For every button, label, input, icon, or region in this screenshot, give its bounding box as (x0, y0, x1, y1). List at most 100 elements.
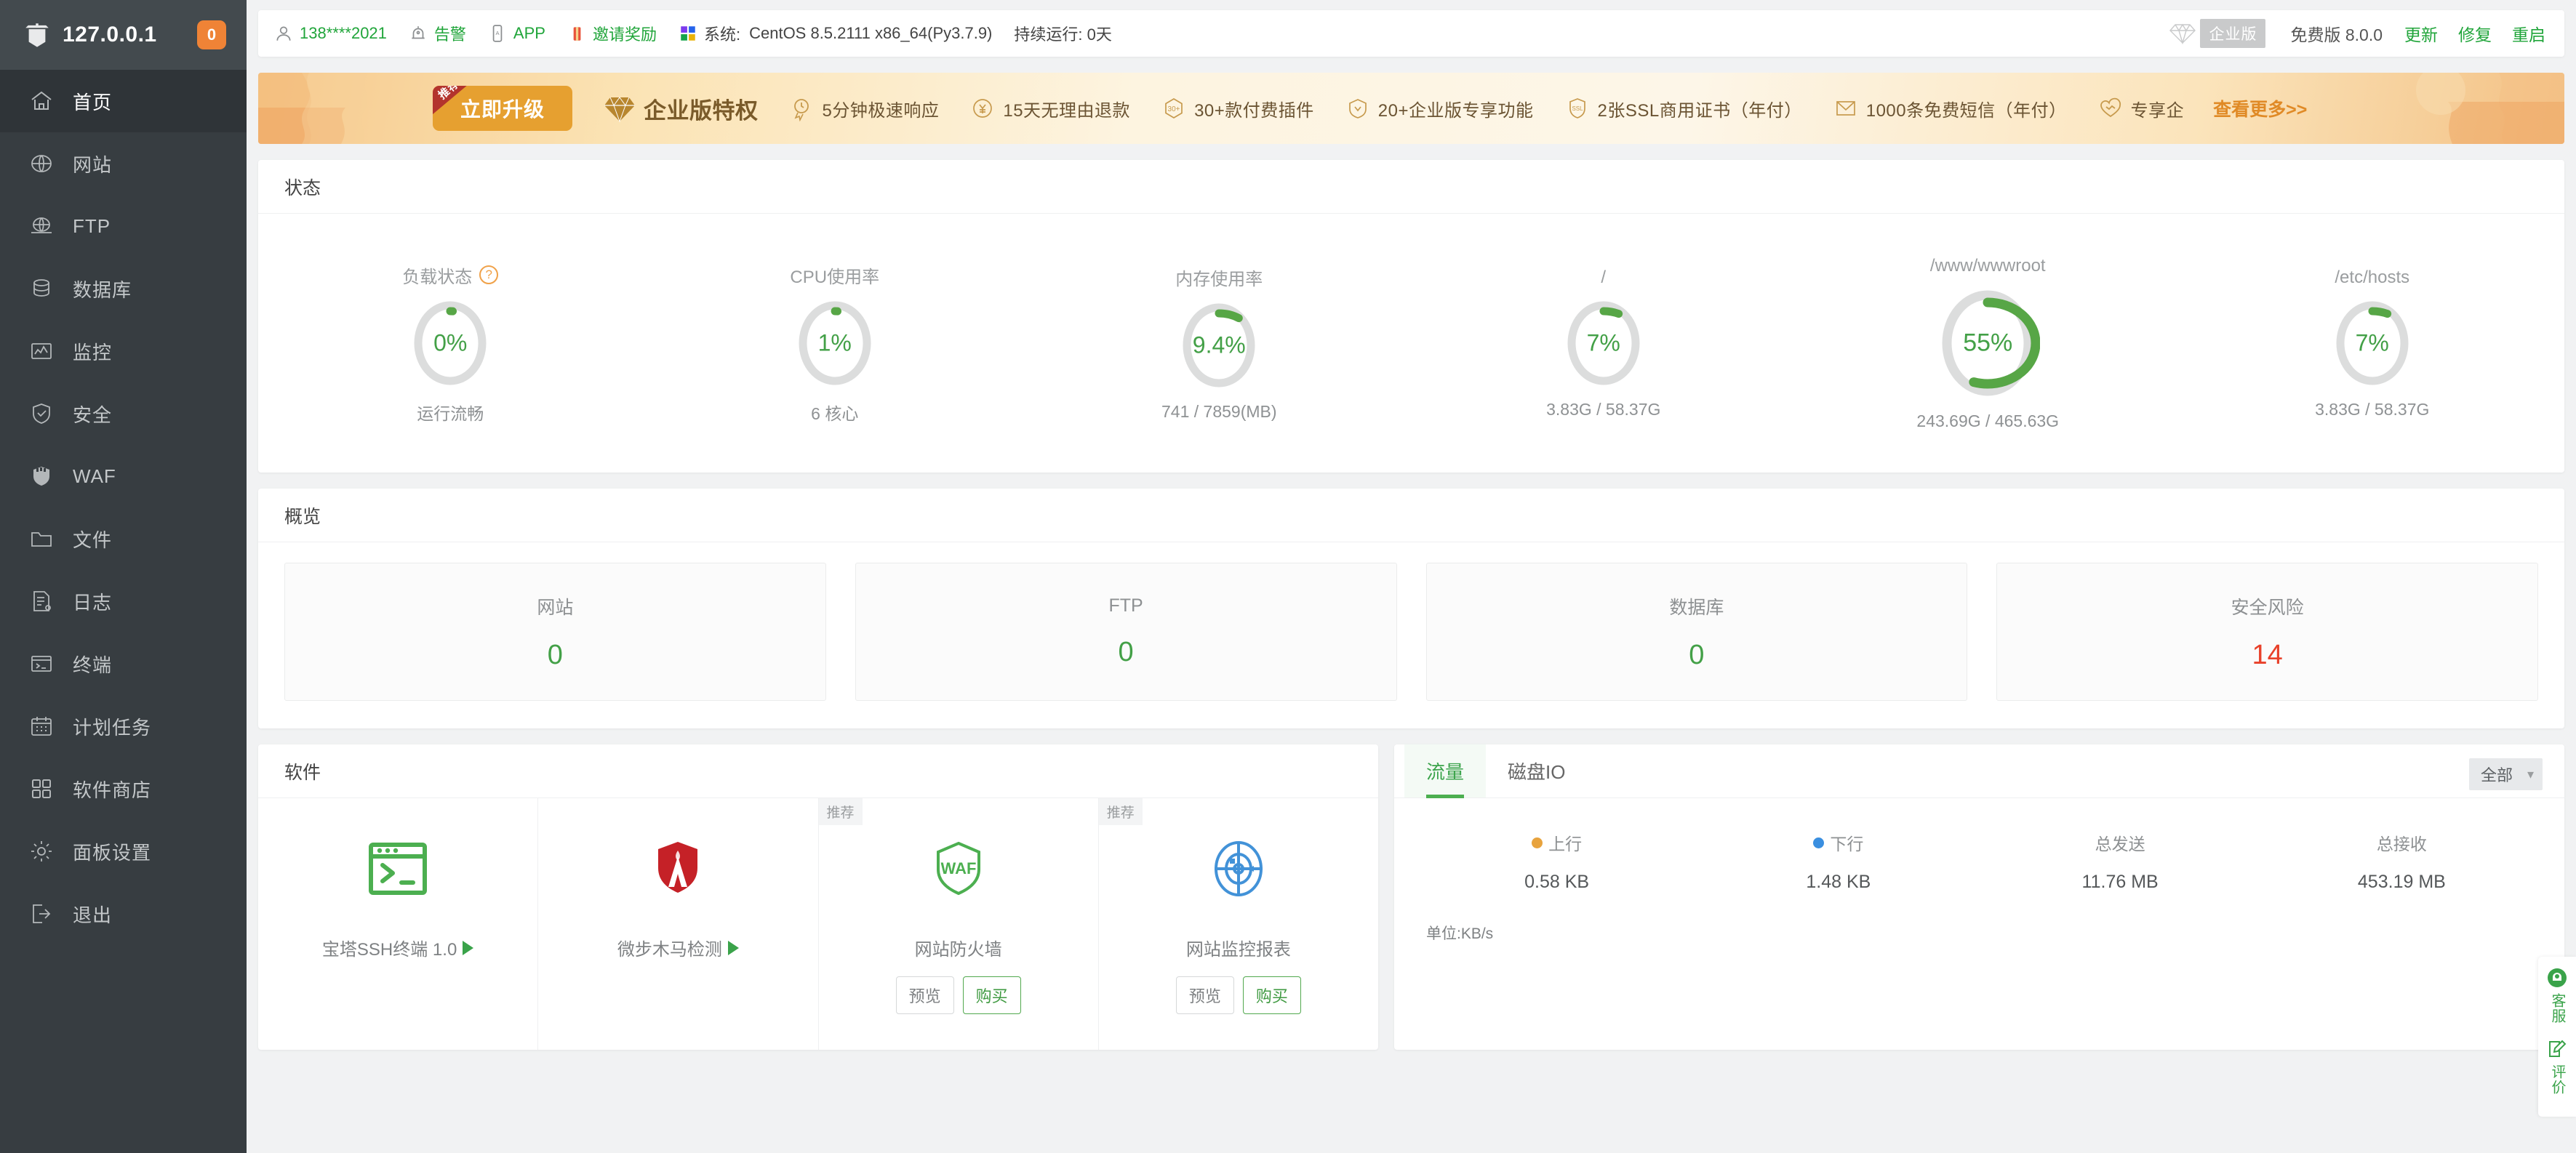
software-item[interactable]: 推荐 WAF 网站防火墙 预览 购买 (818, 798, 1099, 1050)
gauge-subtext: 6 核心 (811, 403, 859, 423)
promo-feature-label: 企业版特权 (644, 97, 759, 124)
traffic-tab-label: 磁盘IO (1508, 761, 1566, 783)
gauge-title-wrap: /etc/hosts (2335, 268, 2409, 288)
traffic-panel: 流量 磁盘IO 全部 ▾ 上行 0.58 KB 下行 1.48 KB 总发送 11.76 M… (1394, 744, 2564, 1050)
sidebar-item-n11[interactable]: 软件商店 (0, 758, 247, 820)
sidebar-item-ftp[interactable]: FTP (0, 195, 247, 257)
traffic-stat-label-wrap: 上行 (1532, 830, 1582, 855)
traffic-filter-select[interactable]: 全部 ▾ (2468, 758, 2543, 790)
user-icon (274, 24, 293, 43)
sidebar-item-n10[interactable]: 计划任务 (0, 695, 247, 758)
update-button[interactable]: 更新 (2404, 21, 2438, 46)
software-item[interactable]: 推荐 网站监控报表 预览 购买 (1098, 798, 1378, 1050)
app-link[interactable]: A APP (488, 24, 545, 43)
sidebar-item-n7[interactable]: 文件 (0, 507, 247, 570)
sidebar-item-label: WAF (73, 465, 116, 487)
diamond-icon (2169, 23, 2196, 45)
software-panel: 软件 宝塔SSH终端 1.0 微步木马检测 推荐 WAF 网站防火墙 预览 购买 推荐 网站监控… (258, 744, 1378, 1050)
sidebar-item-n13[interactable]: 退出 (0, 883, 247, 945)
dock-service-label: 客服 (2549, 993, 2565, 1024)
sidebar-item-label: 退出 (73, 904, 113, 926)
terminal-icon (29, 651, 54, 676)
traffic-stat-label-wrap: 总接收 (2377, 830, 2427, 855)
traffic-stat: 上行 0.58 KB (1416, 830, 1697, 893)
traffic-stat-value: 0.58 KB (1524, 872, 1590, 892)
preview-button[interactable]: 预览 (1175, 976, 1234, 1014)
sidebar-item-label: 文件 (73, 529, 113, 551)
overview-box-label: FTP (1108, 595, 1143, 616)
top-info-bar: 138****2021 告警 A APP 邀请奖励 系统: CentOS 8.5… (258, 10, 2564, 57)
help-icon[interactable]: ? (479, 265, 499, 284)
gauge-title-wrap: 负载状态? (402, 262, 499, 288)
sidebar-item-n12[interactable]: 面板设置 (0, 820, 247, 883)
bell-alarm-icon (409, 24, 428, 43)
buy-button[interactable]: 购买 (1242, 976, 1301, 1014)
shield-check-icon (29, 401, 54, 426)
upgrade-label: 立即升级 (460, 98, 545, 121)
gear-icon (29, 839, 54, 864)
monitor-report-icon (1206, 836, 1271, 901)
play-icon[interactable] (463, 940, 474, 955)
dock-item-service[interactable]: 客服 (2546, 967, 2568, 1024)
sidebar-item-n0[interactable]: 首页 (0, 70, 247, 132)
overview-box[interactable]: 网站 0 (284, 563, 826, 701)
gauge-percent: 9.4% (1192, 332, 1246, 358)
software-item-name: 微步木马检测 (617, 940, 722, 960)
traffic-tab[interactable]: 流量 (1404, 744, 1487, 798)
invite-reward-link[interactable]: 邀请奖励 (567, 22, 657, 45)
upgrade-now-button[interactable]: 推荐 立即升级 (433, 86, 572, 131)
gauge-percent: 7% (1586, 329, 1620, 355)
gauge-item: /www/wwwroot 55% 243.69G / 465.63G (1796, 256, 2180, 431)
overview-box[interactable]: 安全风险 14 (1996, 563, 2538, 701)
chevron-down-icon: ▾ (2527, 766, 2534, 782)
traffic-unit-label: 单位:KB/s (1426, 925, 1494, 942)
monitor-icon (29, 339, 54, 363)
ssl-icon: SSL (1564, 95, 1591, 121)
traffic-stat-label-wrap: 总发送 (2095, 830, 2145, 855)
software-item[interactable]: 宝塔SSH终端 1.0 (258, 798, 539, 1050)
preview-button[interactable]: 预览 (895, 976, 954, 1014)
overview-box-label: 网站 (537, 597, 574, 618)
traffic-stat-value: 11.76 MB (2081, 872, 2159, 892)
user-account[interactable]: 138****2021 (274, 24, 387, 43)
sidebar-item-n4[interactable]: 监控 (0, 320, 247, 382)
refund-icon (969, 95, 996, 121)
promo-feature-label: 1000条免费短信（年付） (1865, 100, 2067, 121)
gauge-item: /etc/hosts 7% 3.83G / 58.37G (2180, 268, 2565, 419)
repair-button[interactable]: 修复 (2458, 21, 2492, 46)
traffic-tab[interactable]: 磁盘IO (1486, 744, 1587, 798)
overview-box-value: 0 (1118, 637, 1134, 667)
traffic-filter-value: 全部 (2480, 766, 2513, 784)
sidebar-item-n9[interactable]: 终端 (0, 632, 247, 695)
promotion-banner: 推荐 立即升级 企业版特权 5分钟极速响应 15天无理由退款 30+ 30+款付费插件 2… (258, 73, 2564, 144)
sidebar-item-waf[interactable]: WAF (0, 445, 247, 507)
overview-box[interactable]: 数据库 0 (1425, 563, 1968, 701)
sidebar-item-n8[interactable]: 日志 (0, 570, 247, 632)
legend-dot-down (1813, 837, 1825, 848)
promo-feature: 30+ 30+款付费插件 (1161, 95, 1314, 121)
sidebar-item-n3[interactable]: 数据库 (0, 257, 247, 320)
host-address: 127.0.0.1 (63, 23, 157, 47)
buy-button[interactable]: 购买 (962, 976, 1021, 1014)
view-more-link[interactable]: 查看更多>> (2213, 95, 2307, 121)
notification-badge[interactable]: 0 (197, 20, 226, 49)
alert-link[interactable]: 告警 (409, 22, 466, 45)
enterprise-badge[interactable]: 企业版 (2169, 19, 2266, 48)
plugin-30-icon: 30+ (1161, 95, 1187, 121)
play-icon[interactable] (727, 940, 739, 955)
software-item[interactable]: 微步木马检测 (538, 798, 819, 1050)
headset-icon (2546, 967, 2568, 989)
overview-box[interactable]: FTP 0 (855, 563, 1397, 701)
sidebar-item-n1[interactable]: 网站 (0, 132, 247, 195)
overview-box-value: 0 (547, 639, 563, 670)
sidebar-nav: 首页 网站 FTP 数据库 监控 安全 WAF 文件日志 终端 计划任务 软件商店 面板设置退出 (0, 70, 247, 945)
gift-icon (567, 24, 586, 43)
promo-feature: 5分钟极速响应 (789, 95, 940, 121)
overview-title: 概览 (258, 489, 2564, 542)
gauge-title: /www/wwwroot (1929, 255, 2046, 276)
gauge-subtext: 243.69G / 465.63G (1916, 411, 2060, 430)
sidebar: 127.0.0.1 0 首页 网站 FTP 数据库 监控 安全 WAF 文件日志 终端 计划任务软… (0, 0, 247, 1153)
restart-button[interactable]: 重启 (2512, 21, 2545, 46)
dock-item-review[interactable]: 评价 (2546, 1038, 2568, 1095)
sidebar-item-n5[interactable]: 安全 (0, 382, 247, 445)
